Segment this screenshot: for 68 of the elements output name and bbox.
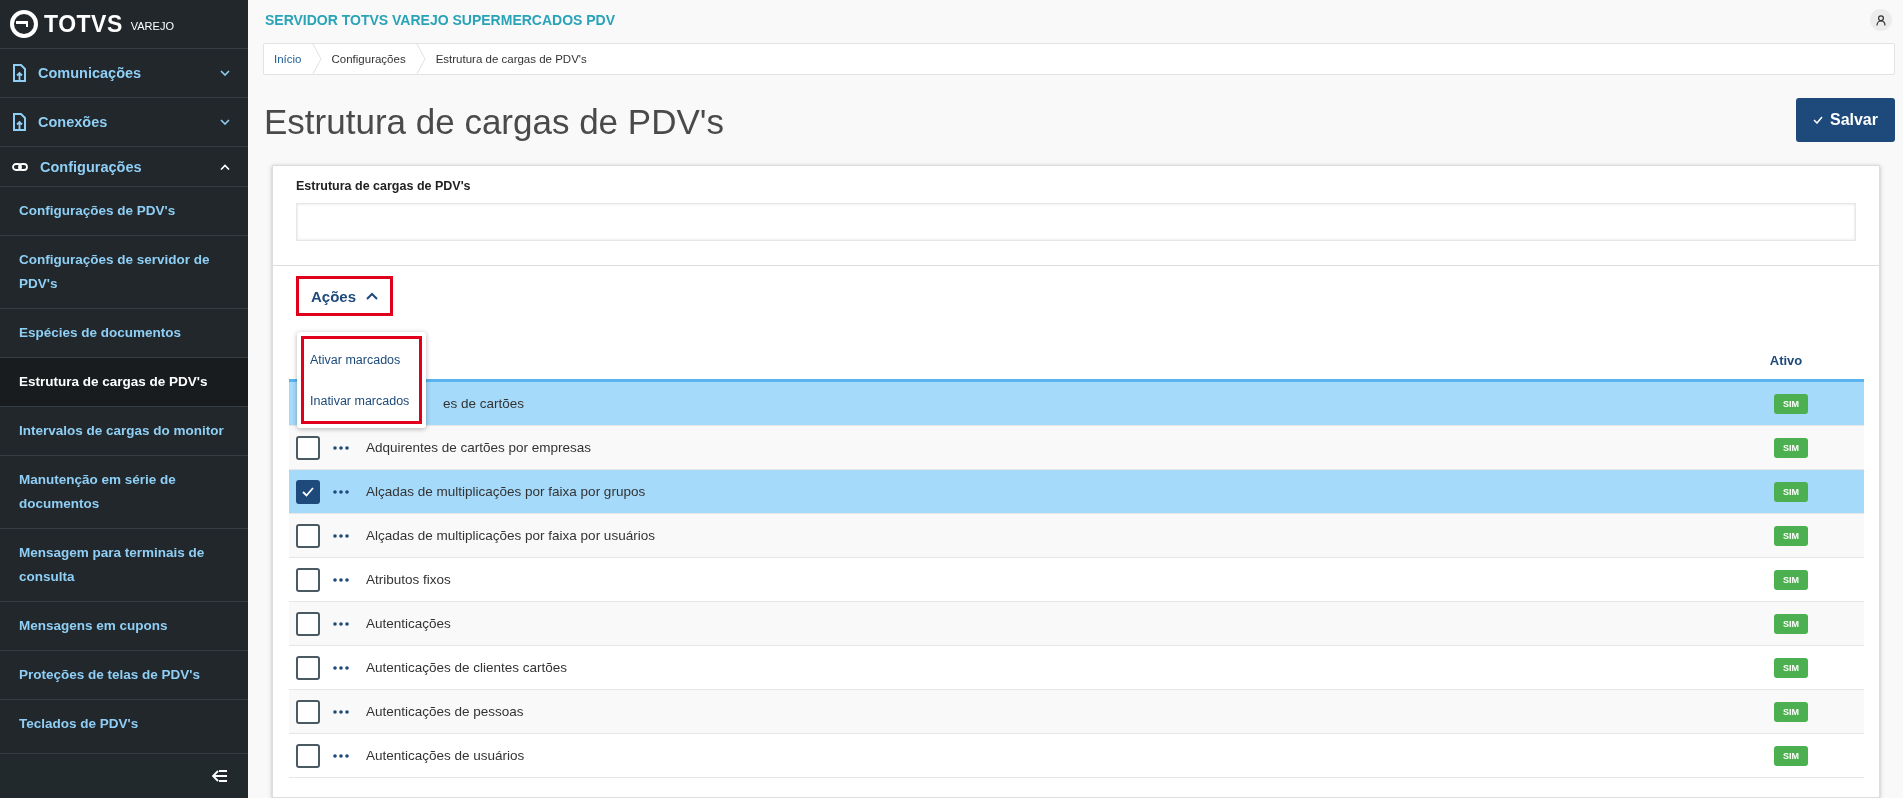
more-options-icon — [333, 665, 349, 670]
status-badge: SIM — [1774, 437, 1808, 458]
row-name: Autenticações de usuários — [366, 748, 525, 763]
chevron-icon — [366, 292, 379, 300]
row-name: Alçadas de multiplicações por faixa por usuários — [366, 528, 655, 543]
more-options-icon — [333, 753, 349, 758]
status-badge: SIM — [1774, 657, 1808, 678]
status-badge: SIM — [1774, 393, 1808, 414]
chevron-icon — [220, 119, 230, 125]
checkbox[interactable] — [296, 435, 320, 460]
input-field[interactable] — [296, 203, 1856, 241]
actions-button[interactable]: Ações — [296, 276, 394, 316]
breadcrumb-item[interactable]: Início — [264, 53, 312, 65]
more-options-icon — [333, 445, 349, 450]
menu-item[interactable]: Inativar marcados — [310, 380, 414, 421]
menu-item[interactable]: Ativar marcados — [310, 339, 414, 380]
checkbox[interactable] — [296, 743, 320, 768]
brand-name: TOTVS — [44, 10, 123, 38]
table-row[interactable]: Autenticações SIM — [289, 602, 1864, 646]
check-icon — [302, 486, 314, 497]
user-avatar[interactable] — [1870, 9, 1892, 31]
checkbox[interactable] — [296, 567, 320, 592]
page-title: Estrutura de cargas de PDV's — [263, 102, 724, 142]
file-upload-icon — [12, 64, 26, 82]
person-icon — [1876, 14, 1886, 26]
status-badge: SIM — [1774, 525, 1808, 546]
more-options-icon — [333, 577, 349, 582]
row-name: Adquirentes de cartões por empresas — [366, 440, 592, 455]
more-options-icon — [333, 489, 349, 494]
checkbox[interactable] — [296, 655, 320, 680]
row-name: Autenticações de pessoas — [366, 704, 524, 719]
table-row[interactable]: Alçadas de multiplicações por faixa por grupos SIM — [289, 470, 1864, 514]
status-badge: SIM — [1774, 745, 1808, 766]
brand-suffix: VAREJO — [130, 20, 174, 32]
file-upload-icon — [12, 113, 26, 131]
check-icon — [1812, 116, 1823, 124]
more-options-icon — [333, 533, 349, 538]
chevron-icon — [220, 70, 230, 76]
app-title: SERVIDOR TOTVS VAREJO SUPERMERCADOS PDV — [265, 12, 616, 28]
more-options-icon — [333, 621, 349, 626]
sidebar-item[interactable]: Estrutura de cargas de PDV's — [0, 357, 248, 406]
status-badge: SIM — [1774, 569, 1808, 590]
collapse-menu-icon — [212, 769, 228, 783]
breadcrumb-item[interactable]: Configurações — [321, 53, 416, 65]
table-row[interactable]: Autenticações de pessoas SIM — [289, 690, 1864, 734]
row-name: Atributos fixos — [366, 572, 451, 587]
row-name: Alçadas de multiplicações por faixa por grupos — [366, 484, 646, 499]
row-name: es de cartões — [443, 396, 525, 411]
table-row[interactable]: Autenticações de usuários SIM — [289, 734, 1864, 778]
field-label: Estrutura de cargas de PDV's — [296, 179, 472, 193]
status-badge: SIM — [1774, 613, 1808, 634]
breadcrumb-item: Estrutura de cargas de PDV's — [434, 53, 588, 65]
row-name: Autenticações de clientes cartões — [366, 660, 568, 675]
table-row[interactable]: Adquirentes de cartões por empresas SIM — [289, 426, 1864, 470]
checkbox[interactable] — [296, 523, 320, 548]
save-button[interactable]: Salvar — [1795, 98, 1895, 142]
column-header: Ativo — [1768, 351, 1804, 368]
table-row[interactable]: Alçadas de multiplicações por faixa por usuários SIM — [289, 514, 1864, 558]
checkbox[interactable] — [296, 699, 320, 724]
more-options-icon — [333, 709, 349, 714]
logo-icon — [10, 10, 38, 38]
link-icon — [12, 161, 28, 172]
checkbox[interactable] — [296, 611, 320, 636]
chevron-icon — [220, 163, 230, 170]
status-badge: SIM — [1774, 481, 1808, 502]
checkbox[interactable] — [296, 479, 320, 504]
status-badge: SIM — [1774, 701, 1808, 722]
row-name: Autenticações — [366, 616, 451, 631]
